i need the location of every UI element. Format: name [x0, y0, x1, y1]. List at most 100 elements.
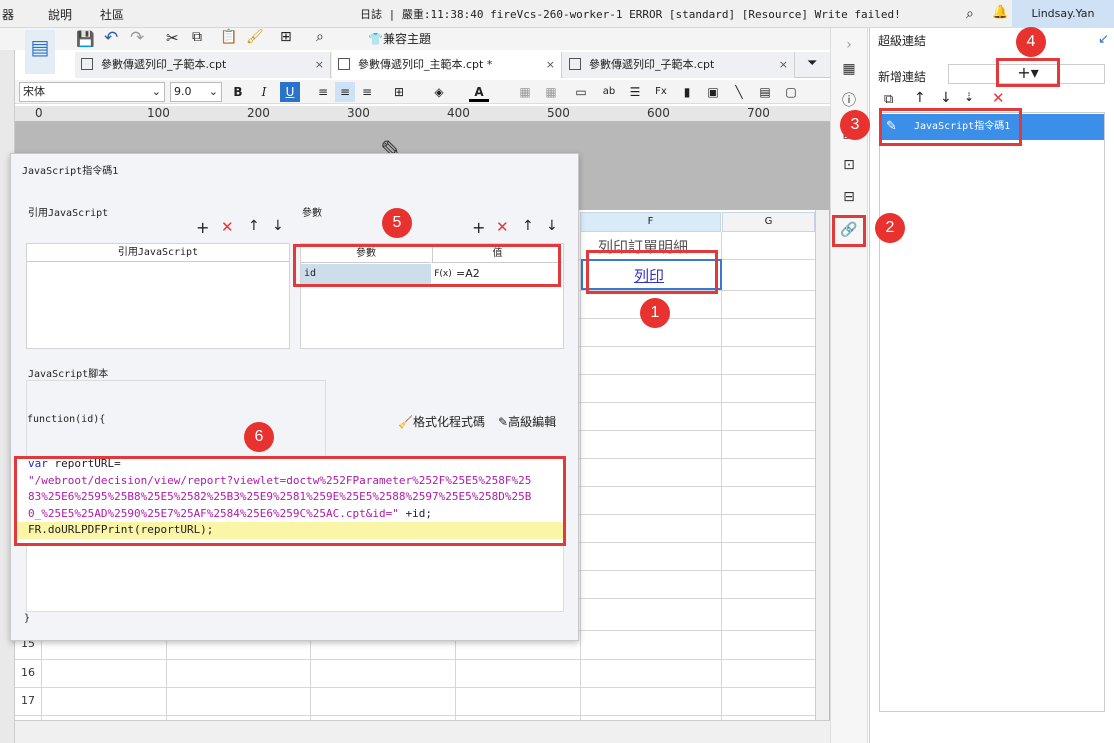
ref-js-label: 引用JavaScript: [28, 208, 109, 219]
expand-icon[interactable]: ›: [838, 34, 860, 56]
function-header: function(id){: [27, 414, 106, 425]
menu-help[interactable]: 說明: [48, 6, 72, 23]
row-number[interactable]: 17: [15, 694, 41, 707]
collapse-icon[interactable]: ↙: [1098, 32, 1109, 47]
advanced-edit-button[interactable]: ✎高級編輯: [498, 413, 556, 430]
save-icon[interactable]: 💾: [76, 30, 95, 48]
sort-icon[interactable]: ⇣: [964, 90, 974, 104]
info-icon[interactable]: ⓘ: [838, 90, 860, 112]
bell-icon[interactable]: 🔔: [992, 5, 1008, 20]
menu-item-partial[interactable]: 器: [2, 6, 14, 23]
underline-button[interactable]: U: [280, 82, 300, 102]
align-center-icon[interactable]: ≡: [335, 82, 355, 102]
border-icon[interactable]: ⊞: [389, 82, 409, 102]
chart-icon[interactable]: ▮: [677, 82, 697, 102]
highlight-box-6: [14, 456, 566, 546]
delete-ref-icon[interactable]: ✕: [221, 218, 234, 236]
cell-attribute-icon[interactable]: ▦: [838, 58, 860, 80]
formula-icon[interactable]: Fx: [651, 82, 671, 102]
close-icon[interactable]: ×: [315, 52, 324, 78]
ref-down-icon[interactable]: ↓: [272, 218, 284, 234]
vertical-scrollbar[interactable]: [815, 210, 829, 720]
ruler-mark: 600: [647, 106, 670, 120]
undo-icon[interactable]: ↶: [104, 28, 118, 48]
merge-icon[interactable]: ▦: [515, 82, 535, 102]
step-badge: 3: [840, 110, 870, 140]
align-right-icon[interactable]: ≡: [357, 82, 377, 102]
function-footer: }: [24, 613, 31, 624]
ref-js-table[interactable]: 引用JavaScript: [26, 243, 290, 349]
highlight-box-3: [879, 108, 1022, 146]
add-param-icon[interactable]: +: [472, 218, 485, 237]
paste-icon[interactable]: 📋: [220, 29, 237, 45]
ref-js-header: 引用JavaScript: [27, 244, 289, 262]
fill-color-icon[interactable]: ◈: [429, 82, 449, 102]
step-badge: 1: [640, 298, 670, 328]
preview-icon[interactable]: ⌕: [316, 29, 324, 45]
move-up-icon[interactable]: ↑: [914, 90, 926, 106]
chevron-down-icon: ⌄: [208, 85, 218, 98]
highlight-box-2: [832, 215, 866, 247]
step-badge: 6: [244, 422, 274, 452]
tab-menu-icon[interactable]: ⏷: [807, 56, 817, 71]
slash-icon[interactable]: ╲: [729, 82, 749, 102]
close-icon[interactable]: ×: [779, 52, 788, 78]
redo-icon[interactable]: ↷: [130, 28, 144, 48]
close-icon[interactable]: ×: [546, 52, 555, 78]
script-label: JavaScript腳本: [28, 369, 109, 380]
format-code-button[interactable]: 🧹格式化程式碼: [398, 413, 485, 430]
copy-icon[interactable]: ⧉: [192, 29, 202, 45]
param-up-icon[interactable]: ↑: [522, 218, 534, 234]
font-color-icon[interactable]: A: [469, 82, 489, 102]
search-icon[interactable]: ⌕: [966, 6, 974, 22]
text-icon[interactable]: ab: [599, 82, 619, 102]
add-ref-icon[interactable]: +: [196, 218, 209, 237]
column-header-g[interactable]: G: [722, 212, 815, 232]
tab-main-template[interactable]: 參數傳遞列印_主範本.cpt * ×: [332, 52, 562, 78]
user-menu[interactable]: Lindsay.Yan: [1012, 0, 1114, 28]
italic-button[interactable]: I: [254, 82, 274, 102]
tab-label: 參數傳遞列印_子範本.cpt: [101, 58, 227, 71]
horizontal-scrollbar[interactable]: [15, 720, 830, 743]
move-down-icon[interactable]: ↓: [940, 90, 952, 106]
ref-up-icon[interactable]: ↑: [248, 218, 260, 234]
tab-sub-template-1[interactable]: 參數傳遞列印_子範本.cpt ×: [75, 52, 331, 78]
panel-title: 超級連結: [878, 34, 927, 48]
insert-icon[interactable]: ▭: [571, 82, 591, 102]
text-box-icon[interactable]: ⊞: [280, 29, 292, 45]
ruler-mark: 400: [447, 106, 470, 120]
image-icon[interactable]: ▣: [703, 82, 723, 102]
font-select[interactable]: 宋体 ⌄: [19, 82, 165, 102]
font-size-value: 9.0: [174, 85, 192, 98]
highlight-box-5: [293, 244, 561, 287]
step-badge: 4: [1016, 27, 1046, 57]
ruler-mark: 300: [347, 106, 370, 120]
row-number[interactable]: 16: [15, 666, 41, 679]
template-icon[interactable]: ▤: [25, 30, 55, 74]
status-log[interactable]: 日誌 | 嚴重:11:38:40 fireVcs-260-worker-1 ER…: [360, 6, 901, 22]
more-icon[interactable]: ▢: [781, 82, 801, 102]
event-icon[interactable]: ⊡: [838, 154, 860, 176]
column-header-f[interactable]: F: [580, 212, 721, 232]
menu-community[interactable]: 社區: [100, 6, 124, 23]
title-bar: 器 說明 社區 日誌 | 嚴重:11:38:40 fireVcs-260-wor…: [0, 0, 1114, 28]
sub-report-icon[interactable]: ▤: [755, 82, 775, 102]
condition-icon[interactable]: ⊟: [838, 186, 860, 208]
step-badge: 5: [382, 208, 412, 238]
paragraph-icon[interactable]: ☰: [625, 82, 645, 102]
format-painter-icon[interactable]: 🖌: [246, 29, 264, 45]
tab-sub-template-2[interactable]: 參數傳遞列印_子範本.cpt ×: [563, 52, 795, 78]
cut-icon[interactable]: ✂: [166, 29, 179, 47]
tab-label: 參數傳遞列印_主範本.cpt *: [358, 58, 493, 71]
delete-icon[interactable]: ✕: [992, 89, 1005, 107]
ruler-mark: 0: [35, 106, 43, 120]
chevron-down-icon: ⌄: [151, 85, 161, 98]
font-size-select[interactable]: 9.0 ⌄: [170, 82, 222, 102]
bold-button[interactable]: B: [228, 82, 248, 102]
param-down-icon[interactable]: ↓: [546, 218, 558, 234]
copy-link-icon[interactable]: ⧉: [884, 92, 893, 107]
compat-theme-button[interactable]: 👕兼容主題: [368, 30, 431, 47]
align-left-icon[interactable]: ≡: [313, 82, 333, 102]
delete-param-icon[interactable]: ✕: [496, 218, 509, 236]
unmerge-icon[interactable]: ▦: [541, 82, 561, 102]
